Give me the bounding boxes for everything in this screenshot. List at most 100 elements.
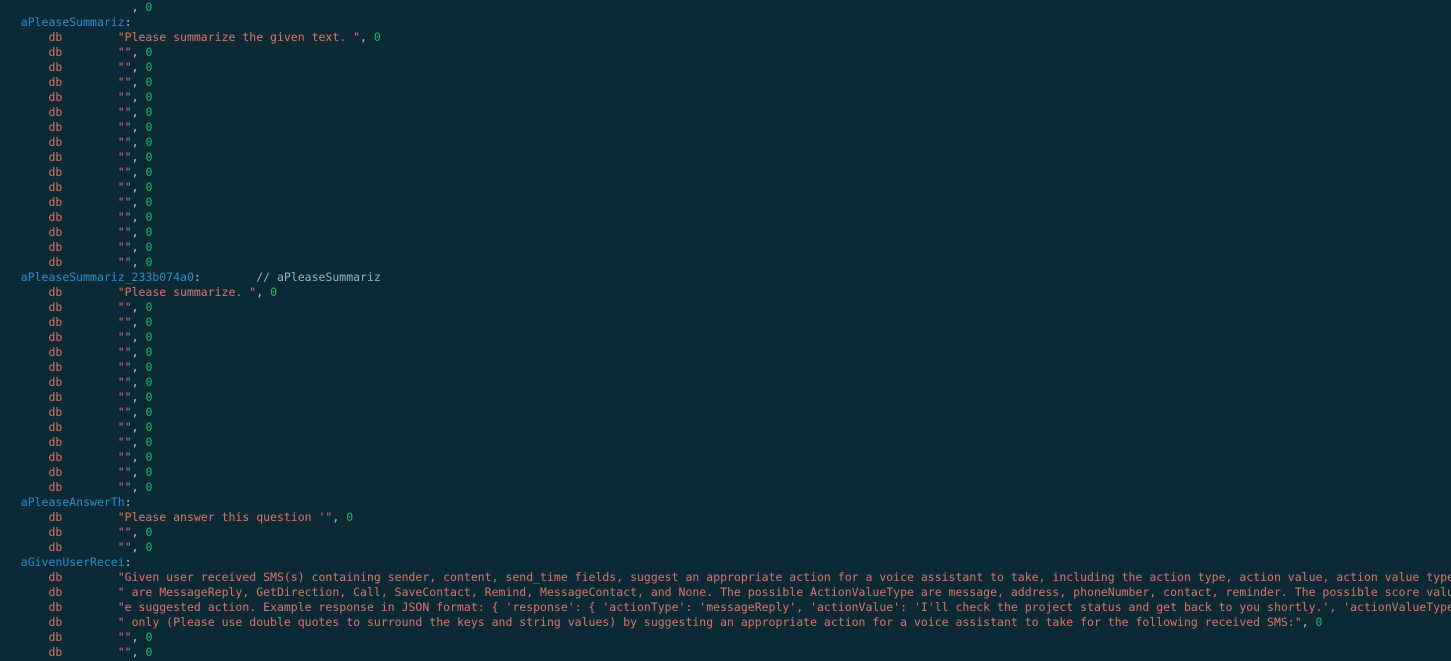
string-literal: "" (118, 210, 132, 224)
string-literal: "" (118, 150, 132, 164)
string-literal: "" (118, 180, 132, 194)
code-line[interactable]: db "", 0 (0, 420, 1451, 435)
comma: , (360, 30, 374, 44)
mnemonic-db: db (48, 75, 62, 89)
string-literal: "" (118, 420, 132, 434)
disassembly-view[interactable]: , 0 aPleaseSummariz: db "Please summariz… (0, 0, 1451, 661)
string-literal: "" (118, 225, 132, 239)
code-line[interactable]: db "Please summarize the given text. ", … (0, 30, 1451, 45)
label-name[interactable]: aPleaseAnswerTh (21, 495, 125, 509)
code-line[interactable]: db "Given user received SMS(s) containin… (0, 570, 1451, 585)
code-line[interactable]: db "", 0 (0, 330, 1451, 345)
code-line[interactable]: db " only (Please use double quotes to s… (0, 615, 1451, 630)
mnemonic-db: db (48, 465, 62, 479)
code-line[interactable]: db "Please summarize. ", 0 (0, 285, 1451, 300)
string-literal: "Please summarize the given text. " (118, 30, 360, 44)
string-literal: "" (118, 120, 132, 134)
code-line[interactable]: db "", 0 (0, 120, 1451, 135)
zero-literal: 0 (346, 510, 353, 524)
string-literal: "" (118, 450, 132, 464)
code-line[interactable]: db "", 0 (0, 255, 1451, 270)
zero-literal: 0 (145, 240, 152, 254)
mnemonic-db: db (48, 450, 62, 464)
code-line[interactable]: db "", 0 (0, 375, 1451, 390)
string-literal: "e suggested action. Example response in… (118, 600, 1451, 614)
mnemonic-db: db (48, 60, 62, 74)
zero-literal: 0 (145, 120, 152, 134)
comma: , (132, 0, 146, 14)
mnemonic-db: db (48, 360, 62, 374)
code-line[interactable]: db "", 0 (0, 195, 1451, 210)
mnemonic-db: db (48, 345, 62, 359)
mnemonic-db: db (48, 315, 62, 329)
code-line[interactable]: db "", 0 (0, 240, 1451, 255)
mnemonic-db: db (48, 105, 62, 119)
zero-literal: 0 (270, 285, 277, 299)
zero-literal: 0 (145, 465, 152, 479)
mnemonic-db: db (48, 480, 62, 494)
code-line[interactable]: db "", 0 (0, 300, 1451, 315)
comma: , (132, 300, 146, 314)
string-literal: "" (118, 300, 132, 314)
code-line[interactable]: , 0 (0, 0, 1451, 15)
string-literal: "Given user received SMS(s) containing s… (118, 570, 1451, 584)
code-line[interactable]: db "", 0 (0, 225, 1451, 240)
mnemonic-db: db (48, 600, 62, 614)
code-line[interactable]: db "", 0 (0, 60, 1451, 75)
zero-literal: 0 (145, 390, 152, 404)
code-line[interactable]: aPleaseAnswerTh: (0, 495, 1451, 510)
code-line[interactable]: db "", 0 (0, 405, 1451, 420)
string-literal: "" (118, 45, 132, 59)
zero-literal: 0 (145, 450, 152, 464)
code-line[interactable]: db "", 0 (0, 75, 1451, 90)
code-line[interactable]: db "", 0 (0, 465, 1451, 480)
comma: , (132, 210, 146, 224)
mnemonic-db: db (48, 615, 62, 629)
code-line[interactable]: aPleaseSummariz_233b074a0: // aPleaseSum… (0, 270, 1451, 285)
zero-literal: 0 (145, 135, 152, 149)
code-line[interactable]: db "", 0 (0, 210, 1451, 225)
mnemonic-db: db (48, 195, 62, 209)
code-line[interactable]: db "Please answer this question '", 0 (0, 510, 1451, 525)
comma: , (132, 435, 146, 449)
code-line[interactable]: db "", 0 (0, 315, 1451, 330)
code-line[interactable]: db "", 0 (0, 525, 1451, 540)
code-line[interactable]: aGivenUserRecei: (0, 555, 1451, 570)
zero-literal: 0 (145, 630, 152, 644)
code-line[interactable]: db "", 0 (0, 90, 1451, 105)
mnemonic-db: db (48, 300, 62, 314)
code-line[interactable]: db "", 0 (0, 150, 1451, 165)
code-line[interactable]: db "", 0 (0, 630, 1451, 645)
code-line[interactable]: aPleaseSummariz: (0, 15, 1451, 30)
zero-literal: 0 (145, 405, 152, 419)
code-line[interactable]: db "", 0 (0, 390, 1451, 405)
mnemonic-db: db (48, 405, 62, 419)
label-name[interactable]: aPleaseSummariz (21, 15, 125, 29)
code-line[interactable]: db "", 0 (0, 165, 1451, 180)
code-line[interactable]: db "", 0 (0, 345, 1451, 360)
mnemonic-db: db (48, 375, 62, 389)
code-line[interactable]: db "", 0 (0, 180, 1451, 195)
string-literal: "" (118, 195, 132, 209)
code-line[interactable]: db "", 0 (0, 540, 1451, 555)
code-line[interactable]: db "", 0 (0, 45, 1451, 60)
code-line[interactable]: db "", 0 (0, 135, 1451, 150)
string-literal: "" (118, 630, 132, 644)
label-name[interactable]: aPleaseSummariz_233b074a0 (21, 270, 194, 284)
code-line[interactable]: db " are MessageReply, GetDirection, Cal… (0, 585, 1451, 600)
code-line[interactable]: db "", 0 (0, 645, 1451, 660)
code-line[interactable]: db "e suggested action. Example response… (0, 600, 1451, 615)
comma: , (132, 240, 146, 254)
zero-literal: 0 (145, 300, 152, 314)
code-line[interactable]: db "", 0 (0, 480, 1451, 495)
code-line[interactable]: db "", 0 (0, 360, 1451, 375)
comma: , (132, 375, 146, 389)
mnemonic-db: db (48, 180, 62, 194)
code-line[interactable]: db "", 0 (0, 450, 1451, 465)
code-line[interactable]: db "", 0 (0, 105, 1451, 120)
zero-literal: 0 (145, 375, 152, 389)
label-name[interactable]: aGivenUserRecei (21, 555, 125, 569)
comma: , (132, 465, 146, 479)
zero-literal: 0 (145, 165, 152, 179)
code-line[interactable]: db "", 0 (0, 435, 1451, 450)
